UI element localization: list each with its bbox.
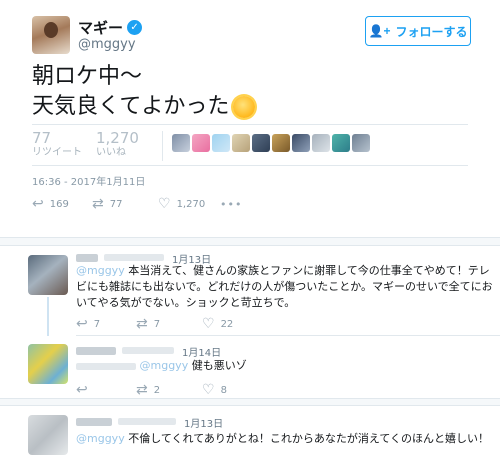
follow-button[interactable]: 👤+ フォローする (365, 16, 471, 46)
author-name-line[interactable]: マギー ✓ (78, 17, 143, 38)
reply-date[interactable]: 1月14日 (182, 344, 221, 359)
reply-author-handle[interactable] (104, 254, 164, 261)
reply-tweet[interactable]: 1月14日 @mggyy 健も悪いゾ ↩ ⇄ 2 ♡ 8 (0, 336, 500, 398)
reply-author-name[interactable] (76, 347, 116, 355)
retweet-stat[interactable]: 77 リツイート (32, 129, 82, 159)
liker-avatars (172, 134, 370, 152)
liker-avatar[interactable] (192, 134, 210, 152)
reply-action[interactable]: ↩ (76, 382, 136, 398)
thread-line (47, 297, 49, 341)
reply-mention[interactable]: @mggyy (140, 359, 189, 372)
retweet-action[interactable]: ⇄ 7 (136, 316, 202, 332)
user-handle[interactable]: @mggyy (78, 37, 136, 52)
reply-date[interactable]: 1月13日 (184, 415, 223, 430)
reply-author-handle[interactable] (118, 418, 176, 425)
section-gap (0, 238, 500, 246)
likes-count: 1,270 (96, 129, 139, 147)
section-gap (0, 398, 500, 406)
more-action[interactable]: ••• (220, 198, 242, 211)
add-user-icon: 👤+ (368, 24, 391, 38)
reply-icon: ↩ (76, 382, 88, 398)
tweet-actions: ↩ 169 ⇄ 77 ♡ 1,270 ••• (32, 196, 242, 212)
reply-actions: ↩ ⇄ 2 ♡ 8 (76, 382, 264, 398)
reply-action[interactable]: ↩ 169 (32, 196, 92, 212)
reply-action[interactable]: ↩ 7 (76, 316, 136, 332)
liker-avatar[interactable] (252, 134, 270, 152)
tweet-timestamp[interactable]: 16:36 - 2017年1月11日 (32, 173, 145, 188)
main-tweet: マギー ✓ @mggyy 👤+ フォローする 朝ロケ中〜 天気良くてよかった 7… (0, 0, 500, 238)
liker-avatar[interactable] (212, 134, 230, 152)
avatar[interactable] (28, 415, 68, 455)
reply-actions: ↩ 7 ⇄ 7 ♡ 22 (76, 316, 264, 332)
retweet-action[interactable]: ⇄ 2 (136, 382, 202, 398)
replying-to-blur (76, 362, 136, 370)
liker-avatar[interactable] (232, 134, 250, 152)
heart-icon: ♡ (158, 196, 171, 212)
retweet-icon: ⇄ (92, 196, 104, 212)
like-action[interactable]: ♡ 22 (202, 316, 264, 332)
reply-mention[interactable]: @mggyy (76, 264, 125, 277)
liker-avatar[interactable] (312, 134, 330, 152)
tweet-text-line-1: 朝ロケ中〜 (32, 64, 143, 89)
reply-body: 健も悪いゾ (191, 359, 247, 372)
stat-divider (162, 131, 163, 161)
display-name[interactable]: マギー (78, 17, 123, 38)
reply-icon: ↩ (76, 316, 88, 332)
reply-count: 169 (49, 198, 69, 210)
tweet-stats: 77 リツイート 1,270 いいね (32, 124, 468, 166)
retweet-icon: ⇄ (136, 382, 148, 398)
retweets-label: リツイート (32, 147, 82, 158)
likes-stat[interactable]: 1,270 いいね (96, 129, 139, 159)
like-count: 1,270 (176, 198, 206, 210)
retweet-icon: ⇄ (136, 316, 148, 332)
retweet-count: 77 (109, 198, 123, 210)
verified-badge-icon: ✓ (127, 20, 143, 35)
reply-mention[interactable]: @mggyy (76, 432, 125, 445)
tweet-text: 朝ロケ中〜 天気良くてよかった (32, 62, 256, 122)
reply-tweet[interactable]: 1月13日 @mggyy 本当消えて、健さんの家族とファンに謝罪して今の仕事全て… (0, 247, 500, 341)
like-action[interactable]: ♡ 1,270 (158, 196, 220, 212)
liker-avatar[interactable] (272, 134, 290, 152)
tweet-text-line-2: 天気良くてよかった (32, 92, 256, 122)
like-count: 22 (220, 318, 234, 330)
avatar[interactable] (28, 344, 68, 384)
likes-label: いいね (96, 147, 126, 158)
reply-author-handle[interactable] (122, 347, 174, 354)
liker-avatar[interactable] (292, 134, 310, 152)
sun-emoji-icon (233, 96, 256, 118)
reply-body: 本当消えて、健さんの家族とファンに謝罪して今の仕事全てやめて！テレビにも雑誌にも… (76, 264, 493, 309)
like-count: 8 (220, 384, 227, 396)
liker-avatar[interactable] (172, 134, 190, 152)
like-action[interactable]: ♡ 8 (202, 382, 264, 398)
heart-icon: ♡ (202, 382, 215, 398)
reply-text: @mggyy 健も悪いゾ (76, 358, 496, 374)
reply-author-name[interactable] (76, 254, 98, 262)
retweet-count: 7 (153, 318, 161, 330)
reply-text: @mggyy 本当消えて、健さんの家族とファンに謝罪して今の仕事全てやめて！テレ… (76, 263, 496, 311)
avatar[interactable] (28, 255, 68, 295)
retweets-count: 77 (32, 129, 52, 147)
follow-button-label: フォローする (395, 24, 468, 39)
reply-text: @mggyy 不倫してくれてありがとね！これからあなたが消えてくのほんと嬉しい！ (76, 431, 496, 447)
avatar[interactable] (32, 16, 70, 54)
retweet-count: 2 (153, 384, 161, 396)
heart-icon: ♡ (202, 316, 215, 332)
tweet-text-line-2-text: 天気良くてよかった (32, 94, 230, 119)
reply-count: 7 (93, 318, 101, 330)
reply-icon: ↩ (32, 196, 44, 212)
reply-author-name[interactable] (76, 418, 112, 426)
retweet-action[interactable]: ⇄ 77 (92, 196, 158, 212)
liker-avatar[interactable] (332, 134, 350, 152)
reply-tweet[interactable]: 1月13日 @mggyy 不倫してくれてありがとね！これからあなたが消えてくのほ… (0, 407, 500, 464)
reply-body: 不倫してくれてありがとね！これからあなたが消えてくのほんと嬉しい！ (128, 432, 490, 445)
more-icon: ••• (220, 197, 243, 211)
liker-avatar[interactable] (352, 134, 370, 152)
